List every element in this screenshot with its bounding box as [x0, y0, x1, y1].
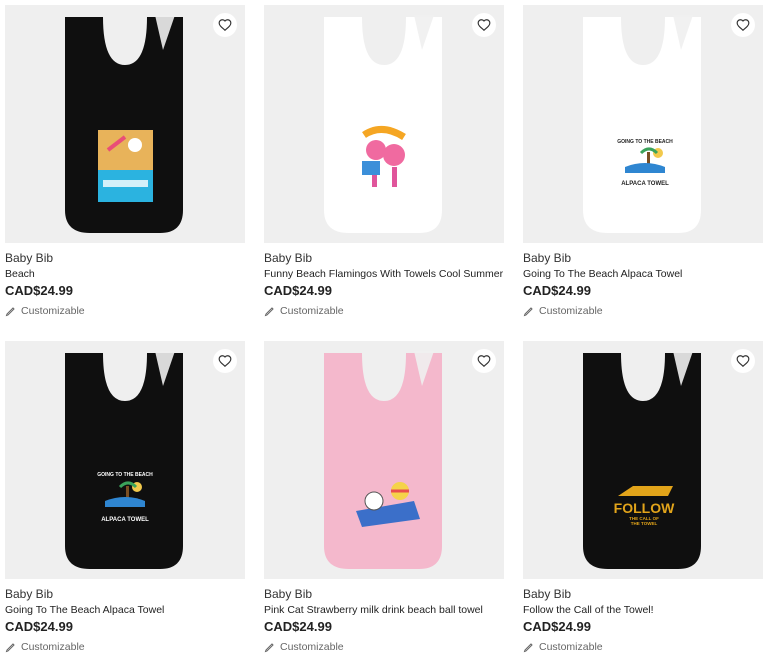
product-type: Baby Bib [5, 251, 54, 265]
product-price: CAD$24.99 [523, 619, 591, 634]
baby-bib-image [324, 15, 442, 233]
heart-icon[interactable] [213, 13, 237, 37]
customizable-text: Customizable [280, 641, 344, 653]
svg-text:GOING TO THE BEACH: GOING TO THE BEACH [617, 139, 673, 145]
product-grid: Baby Bib Beach CAD$24.99 Customizable Ba… [0, 0, 768, 657]
pencil-icon [5, 307, 15, 317]
product-card[interactable]: FOLLOW THE CALL OF THE TOWEL Baby Bib Fo… [523, 341, 763, 653]
product-name[interactable]: Beach [5, 268, 35, 280]
customizable-text: Customizable [280, 305, 344, 317]
product-price: CAD$24.99 [264, 619, 332, 634]
customizable-text: Customizable [21, 641, 85, 653]
product-name[interactable]: Going To The Beach Alpaca Towel [5, 604, 164, 616]
product-card[interactable]: GOING TO THE BEACH ALPACA TOWEL Baby Bib… [523, 5, 763, 317]
product-price: CAD$24.99 [5, 283, 73, 298]
svg-text:THE TOWEL: THE TOWEL [631, 521, 658, 526]
product-image[interactable]: GOING TO THE BEACH ALPACA TOWEL [523, 5, 763, 243]
customizable-label: Customizable [264, 641, 344, 653]
customizable-label: Customizable [5, 641, 85, 653]
product-type: Baby Bib [264, 251, 313, 265]
baby-bib-image [324, 351, 442, 569]
product-name[interactable]: Going To The Beach Alpaca Towel [523, 268, 682, 280]
product-image[interactable] [264, 5, 504, 243]
pencil-icon [264, 307, 274, 317]
product-card[interactable]: Baby Bib Funny Beach Flamingos With Towe… [264, 5, 504, 317]
heart-icon[interactable] [213, 349, 237, 373]
product-name[interactable]: Funny Beach Flamingos With Towels Cool S… [264, 268, 503, 280]
heart-icon[interactable] [731, 349, 755, 373]
svg-text:GOING TO THE BEACH: GOING TO THE BEACH [97, 472, 153, 478]
pencil-icon [523, 307, 533, 317]
baby-bib-image [65, 15, 183, 233]
heart-icon[interactable] [472, 349, 496, 373]
customizable-text: Customizable [539, 641, 603, 653]
product-type: Baby Bib [523, 587, 572, 601]
product-price: CAD$24.99 [5, 619, 73, 634]
product-price: CAD$24.99 [264, 283, 332, 298]
product-type: Baby Bib [5, 587, 54, 601]
customizable-text: Customizable [21, 305, 85, 317]
baby-bib-image: FOLLOW THE CALL OF THE TOWEL [583, 351, 701, 569]
product-card[interactable]: GOING TO THE BEACH ALPACA TOWEL Baby Bib… [5, 341, 245, 653]
svg-text:ALPACA TOWEL: ALPACA TOWEL [101, 517, 149, 523]
pencil-icon [264, 643, 274, 653]
product-image[interactable]: FOLLOW THE CALL OF THE TOWEL [523, 341, 763, 579]
product-price: CAD$24.99 [523, 283, 591, 298]
baby-bib-image: GOING TO THE BEACH ALPACA TOWEL [583, 15, 701, 233]
customizable-label: Customizable [523, 305, 603, 317]
customizable-label: Customizable [264, 305, 344, 317]
customizable-label: Customizable [5, 305, 85, 317]
pencil-icon [5, 643, 15, 653]
product-card[interactable]: Baby Bib Pink Cat Strawberry milk drink … [264, 341, 504, 653]
svg-text:ALPACA TOWEL: ALPACA TOWEL [621, 181, 669, 187]
product-type: Baby Bib [264, 587, 313, 601]
product-type: Baby Bib [523, 251, 572, 265]
customizable-text: Customizable [539, 305, 603, 317]
pencil-icon [523, 643, 533, 653]
product-card[interactable]: Baby Bib Beach CAD$24.99 Customizable [5, 5, 245, 317]
svg-text:FOLLOW: FOLLOW [614, 500, 675, 516]
heart-icon[interactable] [731, 13, 755, 37]
baby-bib-image: GOING TO THE BEACH ALPACA TOWEL [65, 351, 183, 569]
heart-icon[interactable] [472, 13, 496, 37]
product-image[interactable] [5, 5, 245, 243]
product-image[interactable]: GOING TO THE BEACH ALPACA TOWEL [5, 341, 245, 579]
product-name[interactable]: Follow the Call of the Towel! [523, 604, 654, 616]
product-image[interactable] [264, 341, 504, 579]
product-name[interactable]: Pink Cat Strawberry milk drink beach bal… [264, 604, 483, 616]
customizable-label: Customizable [523, 641, 603, 653]
